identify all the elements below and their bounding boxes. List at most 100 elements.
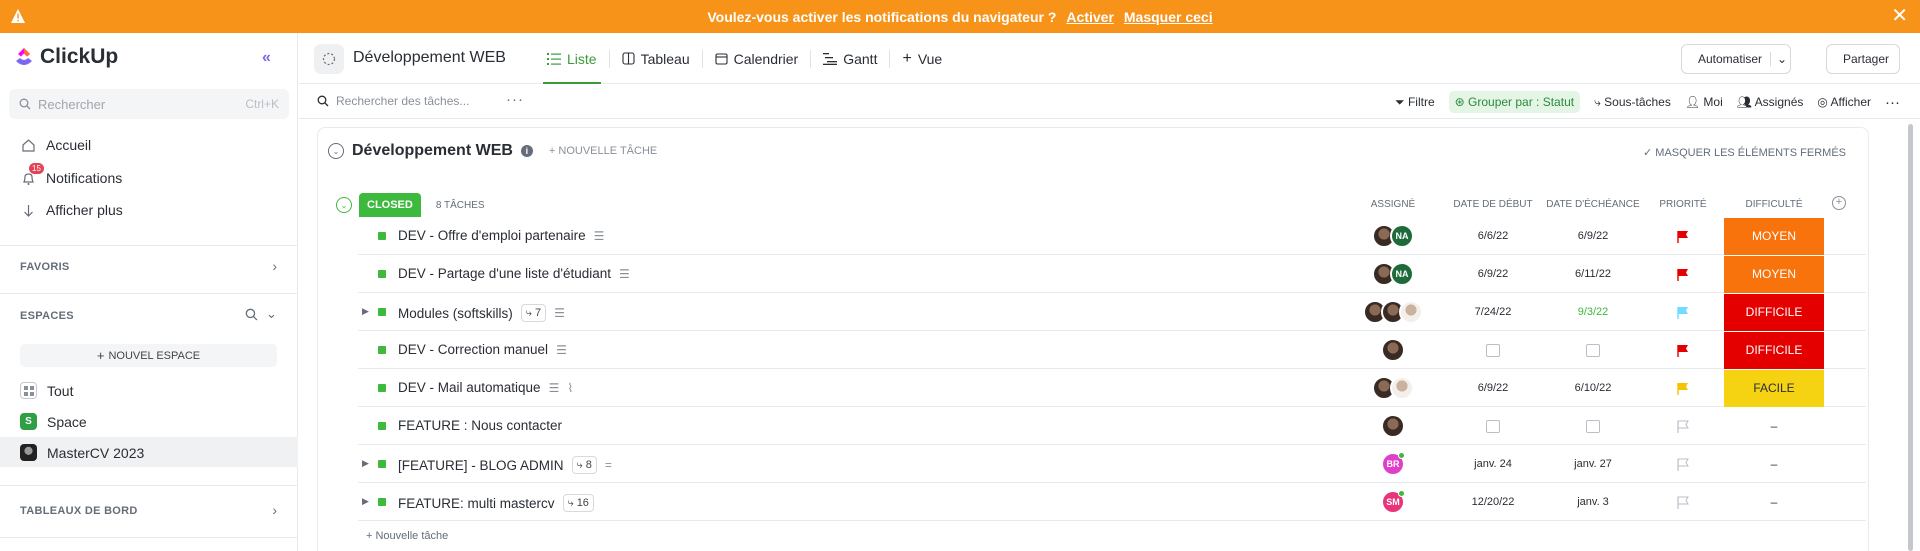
favorites-title[interactable]: FAVORIS xyxy=(20,261,70,273)
status-square-icon[interactable] xyxy=(378,498,386,506)
close-icon[interactable]: ✕ xyxy=(1891,6,1908,26)
list-title[interactable]: Développement WEB xyxy=(352,142,513,160)
status-square-icon[interactable] xyxy=(378,308,386,316)
difficulty-cell[interactable]: MOYEN xyxy=(1724,217,1824,255)
start-date-cell[interactable] xyxy=(1443,407,1543,445)
start-date-cell[interactable]: 6/6/22 xyxy=(1443,217,1543,255)
collapse-group-icon[interactable]: ⌄ xyxy=(336,197,352,213)
automate-button[interactable]: Automatiser ⌄ xyxy=(1681,44,1791,74)
due-date-cell[interactable] xyxy=(1543,407,1643,445)
add-column-icon[interactable]: + xyxy=(1832,196,1846,210)
clickup-logo[interactable]: ClickUp xyxy=(14,45,118,69)
table-row[interactable]: FEATURE : Nous contacter – xyxy=(358,407,1866,445)
table-row[interactable]: ▶ FEATURE: multi mastercv ⤷ 16 SM 12/20/22… xyxy=(358,483,1866,521)
tab-calendar[interactable]: Calendrier xyxy=(703,33,811,84)
due-date-cell[interactable]: 6/9/22 xyxy=(1543,217,1643,255)
add-view-button[interactable]: + Vue xyxy=(890,33,954,84)
task-name[interactable]: [FEATURE] - BLOG ADMIN xyxy=(398,458,564,473)
list-status-icon[interactable] xyxy=(314,44,344,74)
sidebar-item-home[interactable]: Accueil xyxy=(20,137,91,153)
status-badge[interactable]: CLOSED xyxy=(359,193,421,217)
status-square-icon[interactable] xyxy=(378,422,386,430)
space-item-all[interactable]: Tout xyxy=(20,382,73,399)
me-button[interactable]: 👤︎ Moi xyxy=(1685,95,1723,109)
tab-gantt[interactable]: Gantt xyxy=(811,33,889,84)
new-task-button[interactable]: + NOUVELLE TÂCHE xyxy=(549,145,657,157)
due-date-cell[interactable]: 6/10/22 xyxy=(1543,369,1643,407)
due-date-cell[interactable]: 6/11/22 xyxy=(1543,255,1643,293)
subtasks-button[interactable]: ⤷ Sous-tâches xyxy=(1594,95,1671,110)
due-date-cell[interactable]: janv. 27 xyxy=(1543,445,1643,483)
sidebar-item-show-more[interactable]: Afficher plus xyxy=(20,202,123,218)
banner-activate-link[interactable]: Activer xyxy=(1066,9,1113,25)
difficulty-cell[interactable]: DIFFICILE xyxy=(1724,293,1824,331)
due-date-cell[interactable]: 9/3/22 xyxy=(1543,293,1643,331)
table-row[interactable]: ▶ Modules (softskills) ⤷ 7 ☰ 7/24/22 9/3/22… xyxy=(358,293,1866,331)
table-row[interactable]: DEV - Mail automatique ☰ ⌇ 6/9/22 6/10/22 … xyxy=(358,369,1866,407)
task-name[interactable]: DEV - Mail automatique xyxy=(398,380,541,395)
space-item-space[interactable]: S Space xyxy=(20,413,87,430)
due-date-cell[interactable]: janv. 3 xyxy=(1543,483,1643,521)
column-header-priority[interactable]: PRIORITÉ xyxy=(1643,199,1723,210)
chevron-right-icon[interactable]: › xyxy=(272,258,277,274)
chevron-right-icon[interactable]: › xyxy=(272,502,277,518)
collapse-sidebar-icon[interactable]: « xyxy=(262,49,271,67)
chevron-down-icon[interactable]: ⌄ xyxy=(266,306,277,322)
expand-icon[interactable]: ▶ xyxy=(362,458,369,469)
assignees-cell[interactable]: NA xyxy=(1343,217,1443,255)
start-date-cell[interactable]: 6/9/22 xyxy=(1443,255,1543,293)
table-row[interactable]: DEV - Correction manuel ☰ DIFFICILE xyxy=(358,331,1866,369)
difficulty-cell[interactable]: – xyxy=(1724,445,1824,483)
group-by-button[interactable]: ⊛ Grouper par : Statut xyxy=(1448,91,1581,113)
task-name[interactable]: DEV - Offre d'emploi partenaire xyxy=(398,228,586,243)
table-row[interactable]: DEV - Offre d'emploi partenaire ☰ NA 6/6/… xyxy=(358,217,1866,255)
assignees-cell[interactable] xyxy=(1343,331,1443,369)
start-date-cell[interactable]: 12/20/22 xyxy=(1443,483,1543,521)
subtask-count[interactable]: ⤷ 8 xyxy=(571,456,597,474)
priority-cell[interactable] xyxy=(1643,217,1723,255)
table-row[interactable]: DEV - Partage d'une liste d'étudiant ☰ NA… xyxy=(358,255,1866,293)
priority-cell[interactable] xyxy=(1643,369,1723,407)
table-row[interactable]: ▶ [FEATURE] - BLOG ADMIN ⤷ 8 = BR janv. 24 … xyxy=(358,445,1866,483)
assignees-cell[interactable]: BR xyxy=(1343,445,1443,483)
tab-list[interactable]: Liste xyxy=(535,33,609,84)
priority-cell[interactable] xyxy=(1643,483,1723,521)
assignees-cell[interactable] xyxy=(1343,407,1443,445)
hide-closed-button[interactable]: ✓ MASQUER LES ÉLÉMENTS FERMÉS xyxy=(1643,146,1846,159)
assignees-cell[interactable]: NA xyxy=(1343,255,1443,293)
chevron-down-icon[interactable]: ⌄ xyxy=(1770,52,1787,66)
more-options-icon[interactable]: ··· xyxy=(506,91,524,108)
difficulty-cell[interactable]: MOYEN xyxy=(1724,255,1824,293)
priority-cell[interactable] xyxy=(1643,255,1723,293)
start-date-cell[interactable]: janv. 24 xyxy=(1443,445,1543,483)
task-name[interactable]: FEATURE : Nous contacter xyxy=(398,418,562,433)
task-name[interactable]: FEATURE: multi mastercv xyxy=(398,496,555,511)
assignees-cell[interactable]: SM xyxy=(1343,483,1443,521)
difficulty-cell[interactable]: – xyxy=(1724,407,1824,445)
start-date-cell[interactable]: 6/9/22 xyxy=(1443,369,1543,407)
expand-icon[interactable]: ▶ xyxy=(362,496,369,507)
filter-button[interactable]: ⏷ Filtre xyxy=(1395,95,1435,110)
difficulty-cell[interactable]: FACILE xyxy=(1724,369,1824,407)
subtask-count[interactable]: ⤷ 16 xyxy=(562,494,594,512)
task-name[interactable]: DEV - Correction manuel xyxy=(398,342,548,357)
priority-cell[interactable] xyxy=(1643,331,1723,369)
task-search[interactable]: Rechercher des tâches... xyxy=(317,94,469,108)
difficulty-cell[interactable]: – xyxy=(1724,483,1824,521)
task-name[interactable]: Modules (softskills) xyxy=(398,306,513,321)
dashboards-title[interactable]: TABLEAUX DE BORD xyxy=(20,505,138,517)
space-item-mastercv[interactable]: MasterCV 2023 xyxy=(20,444,144,461)
search-icon[interactable] xyxy=(245,308,258,324)
assignees-cell[interactable] xyxy=(1343,369,1443,407)
subtask-count[interactable]: ⤷ 7 xyxy=(520,304,547,322)
column-header-due-date[interactable]: DATE D'ÉCHÉANCE xyxy=(1543,199,1643,210)
sidebar-item-notifications[interactable]: 15 Notifications xyxy=(20,163,122,186)
column-header-assignee[interactable]: ASSIGNÉ xyxy=(1343,199,1443,210)
info-icon[interactable]: i xyxy=(520,145,533,157)
sidebar-search[interactable]: Rechercher Ctrl+K xyxy=(9,89,289,119)
priority-cell[interactable] xyxy=(1643,293,1723,331)
tab-board[interactable]: Tableau xyxy=(610,33,702,84)
expand-icon[interactable]: ▶ xyxy=(362,306,369,317)
assignees-cell[interactable] xyxy=(1343,293,1443,331)
status-square-icon[interactable] xyxy=(378,232,386,240)
